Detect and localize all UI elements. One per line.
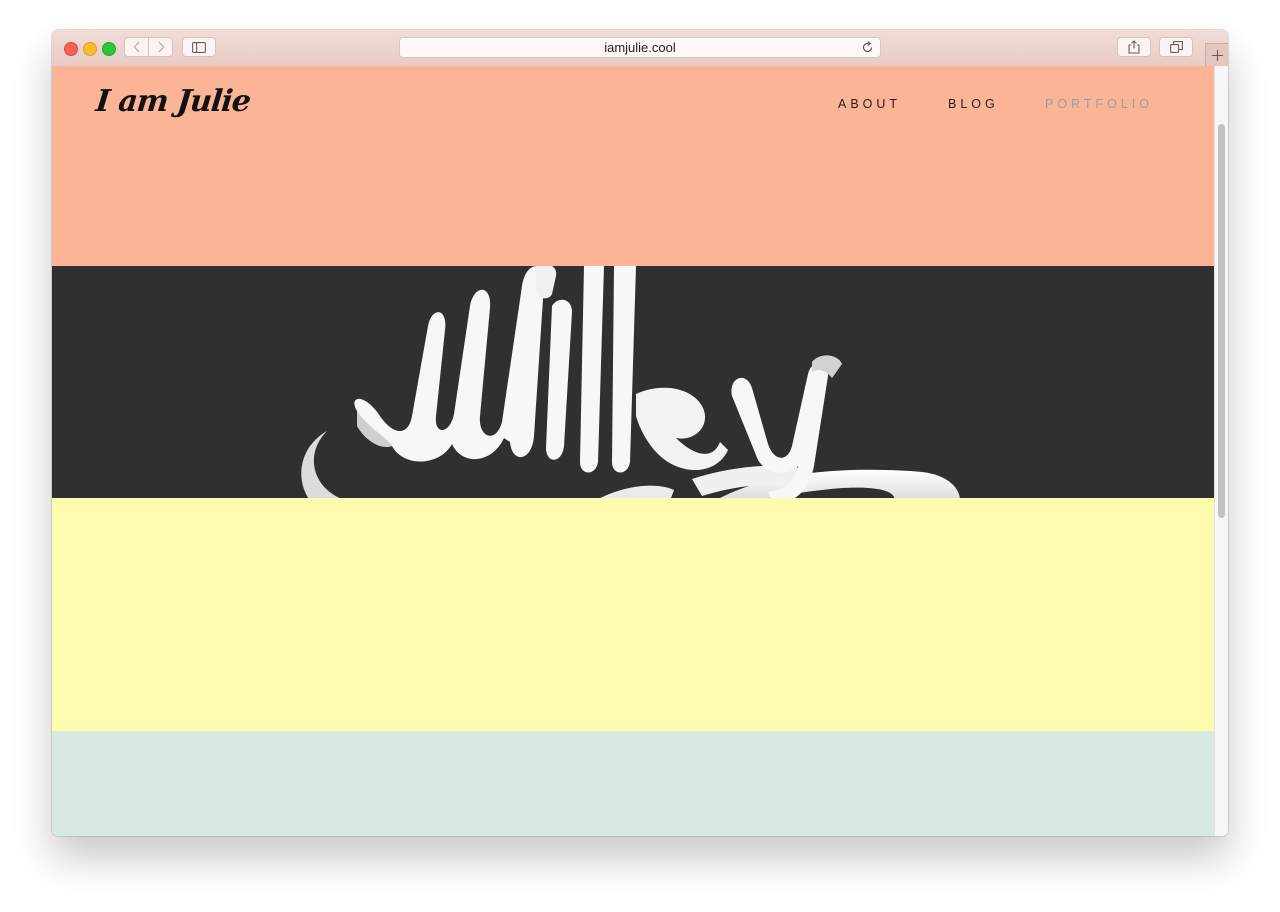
tab-overview-button[interactable] bbox=[1159, 37, 1193, 57]
share-button[interactable] bbox=[1117, 37, 1151, 57]
reload-icon[interactable] bbox=[861, 41, 874, 54]
web-page: I am Julie ABOUT BLOG PORTFOLIO bbox=[52, 66, 1214, 836]
address-bar[interactable]: iamjulie.cool bbox=[399, 37, 881, 58]
header-section: I am Julie ABOUT BLOG PORTFOLIO bbox=[52, 66, 1214, 266]
nav-about-link[interactable]: ABOUT bbox=[838, 97, 901, 111]
minimize-window-button[interactable] bbox=[83, 42, 97, 56]
site-logo[interactable]: I am Julie bbox=[94, 84, 252, 119]
browser-toolbar: iamjulie.cool bbox=[52, 30, 1228, 67]
portfolio-tile-milky[interactable] bbox=[52, 266, 1214, 498]
milky-lettering-artwork bbox=[301, 266, 960, 498]
chevron-right-icon bbox=[158, 41, 164, 53]
page-scrollbar[interactable] bbox=[1214, 66, 1228, 836]
new-tab-button[interactable] bbox=[1205, 43, 1228, 66]
address-bar-text: iamjulie.cool bbox=[604, 40, 676, 55]
portfolio-tile-mint[interactable] bbox=[52, 731, 1214, 836]
scrollbar-thumb[interactable] bbox=[1218, 124, 1225, 518]
tabs-overview-icon bbox=[1169, 41, 1183, 53]
close-window-button[interactable] bbox=[64, 42, 78, 56]
share-icon bbox=[1128, 40, 1140, 54]
nav-blog-link[interactable]: BLOG bbox=[948, 97, 999, 111]
forward-button[interactable] bbox=[148, 37, 173, 57]
plus-icon bbox=[1211, 49, 1223, 61]
chevron-left-icon bbox=[133, 41, 139, 53]
sidebar-toggle-button[interactable] bbox=[182, 37, 216, 57]
nav-portfolio-link[interactable]: PORTFOLIO bbox=[1045, 97, 1153, 111]
sidebar-icon bbox=[192, 41, 206, 53]
portfolio-tile-yellow[interactable] bbox=[52, 498, 1214, 731]
zoom-window-button[interactable] bbox=[102, 42, 116, 56]
browser-window: iamjulie.cool I am Julie ABOUT BLOG PORT… bbox=[52, 30, 1228, 836]
back-button[interactable] bbox=[124, 37, 149, 57]
